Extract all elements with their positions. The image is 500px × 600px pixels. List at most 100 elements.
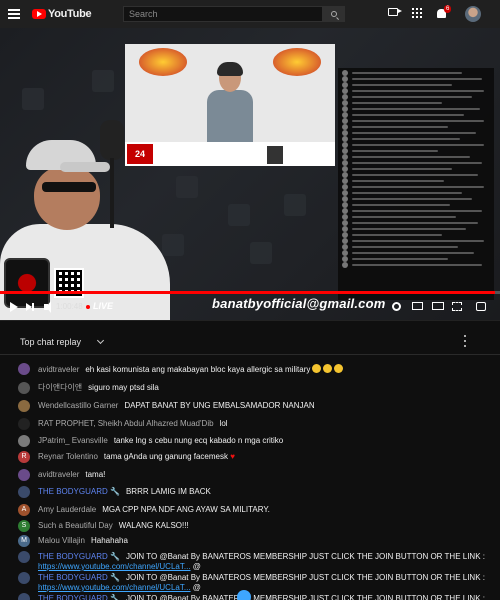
author-avatar[interactable]: S	[18, 520, 30, 532]
chat-message: Wendellcastillo Garner DAPAT BANAT BY UNG…	[18, 400, 488, 412]
chat-message: A Amy Lauderdale MGA CPP NPA NDF ANG AYAW …	[18, 504, 488, 516]
author-name[interactable]: THE BODYGUARD 🔧	[38, 552, 120, 561]
author-name[interactable]: THE BODYGUARD 🔧	[38, 487, 120, 496]
author-avatar[interactable]	[18, 418, 30, 430]
message-text: WALANG KALSO!!!	[118, 521, 189, 530]
miniplayer-icon[interactable]	[412, 302, 423, 310]
volume-icon[interactable]	[44, 301, 51, 313]
message-text: Hahahaha	[91, 536, 128, 545]
next-icon[interactable]	[26, 303, 34, 311]
author-avatar[interactable]	[18, 593, 30, 600]
fullscreen-icon[interactable]	[452, 302, 462, 311]
message-text: tama gAnda ung ganung facemesk	[103, 452, 228, 461]
author-name[interactable]: JPatrim_ Evansville	[38, 436, 108, 445]
more-options-icon[interactable]	[464, 335, 467, 347]
author-name[interactable]: Amy Lauderdale	[38, 505, 96, 514]
chat-message: JPatrim_ Evansville tanke lng s cebu nung…	[18, 435, 488, 447]
author-avatar[interactable]	[18, 551, 30, 563]
top-bar: YouTube Search 6	[0, 0, 500, 28]
message-text: MGA CPP NPA NDF ANG AYAW SA MILITARY.	[102, 505, 270, 514]
channel-link[interactable]: https://www.youtube.com/channel/UCLaT...	[38, 562, 191, 571]
author-avatar[interactable]: R	[18, 451, 30, 463]
author-avatar[interactable]: A	[18, 504, 30, 516]
stream-chat-overlay	[338, 68, 494, 300]
author-avatar[interactable]: M	[18, 535, 30, 547]
bida-banner-left	[139, 48, 187, 76]
author-name[interactable]: avidtraveler	[38, 365, 79, 374]
message-text: DAPAT BANAT BY UNG EMBALSAMADOR NANJAN	[124, 401, 315, 410]
author-name[interactable]: THE BODYGUARD 🔧	[38, 573, 120, 582]
search-input[interactable]: Search	[123, 6, 323, 22]
chat-message: THE BODYGUARD 🔧 JOIN TO @Banat By BANATER…	[18, 572, 488, 593]
message-text: siguro may ptsd sila	[88, 383, 159, 392]
search-button[interactable]	[323, 6, 345, 22]
social-tile-icon	[250, 242, 272, 264]
chevron-down-icon[interactable]	[96, 336, 105, 345]
author-name[interactable]: Reynar Tolentino	[38, 452, 98, 461]
menu-icon[interactable]	[8, 9, 20, 19]
author-avatar[interactable]	[18, 400, 30, 412]
author-avatar[interactable]	[18, 435, 30, 447]
author-name[interactable]: Such a Beautiful Day	[38, 521, 113, 530]
author-name[interactable]: THE BODYGUARD 🔧	[38, 594, 120, 600]
message-text: lol	[219, 419, 228, 428]
message-text: BRRR LAMIG IM BACK	[125, 487, 211, 496]
chat-mode-label[interactable]: Top chat replay	[20, 337, 81, 347]
author-avatar[interactable]	[18, 486, 30, 498]
chat-message: M Malou Villajin Hahahaha	[18, 535, 488, 547]
live-label[interactable]: LIVE	[93, 301, 113, 311]
chat-message: THE BODYGUARD 🔧 BRRR LAMIG IM BACK	[18, 486, 488, 498]
apps-icon[interactable]	[412, 8, 422, 18]
message-text: JOIN TO @Banat By BANATEROS MEMBERSHIP J…	[125, 552, 485, 561]
live-chat-panel: Top chat replay avidtraveler eh kasi komu…	[0, 320, 500, 600]
scroll-to-bottom-icon[interactable]	[237, 590, 251, 600]
video-player[interactable]: 24 banatbyofficial@gmail.com 1:00:48 LIV…	[0, 28, 500, 320]
chat-message: S Such a Beautiful Day WALANG KALSO!!!	[18, 520, 488, 532]
yahoo-tile-icon	[284, 194, 306, 216]
author-name[interactable]: Wendellcastillo Garner	[38, 401, 118, 410]
social-tile-icon	[92, 70, 114, 92]
author-name[interactable]: Malou Villajin	[38, 536, 85, 545]
account-avatar[interactable]	[465, 6, 481, 22]
search-icon	[331, 11, 337, 17]
channel-link[interactable]: https://www.youtube.com/channel/UCLaT...	[38, 583, 191, 592]
author-avatar[interactable]	[18, 363, 30, 375]
microphone-arm	[110, 158, 114, 228]
author-avatar[interactable]	[18, 572, 30, 584]
chat-message: THE BODYGUARD 🔧 JOIN TO @Banat By BANATER…	[18, 593, 488, 600]
message-text: tanke lng s cebu nung ecq kabado n mga c…	[113, 436, 284, 445]
chat-message: R Reynar Tolentino tama gAnda ung ganung f…	[18, 451, 488, 463]
message-text: JOIN TO @Banat By BANATEROS MEMBERSHIP J…	[125, 594, 485, 600]
chat-message: RAT PROPHET, Sheikh Abdul Alhazred Muad'…	[18, 418, 488, 430]
microphone	[100, 120, 124, 160]
message-tail: @	[190, 583, 201, 592]
laughing-emoji-icon	[312, 364, 322, 373]
chat-toggle-icon[interactable]	[476, 302, 486, 311]
youtube-play-icon	[32, 9, 46, 19]
play-icon[interactable]	[10, 302, 18, 312]
author-avatar[interactable]	[18, 469, 30, 481]
message-text: tama!	[85, 470, 106, 479]
sign-language-inset	[267, 146, 283, 164]
author-name[interactable]: 다이앤다이앤	[38, 383, 82, 392]
author-name[interactable]: avidtraveler	[38, 470, 79, 479]
brand-name: YouTube	[48, 8, 92, 20]
social-tile-icon	[22, 88, 44, 110]
chat-header: Top chat replay	[0, 321, 500, 355]
player-controls: 1:00:48 LIVE	[0, 294, 500, 320]
author-name[interactable]: RAT PROPHET, Sheikh Abdul Alhazred Muad'…	[38, 419, 214, 428]
chat-message: avidtraveler tama!	[18, 469, 488, 481]
message-text: JOIN TO @Banat By BANATEROS MEMBERSHIP J…	[125, 573, 485, 582]
create-video-icon[interactable]	[388, 8, 402, 16]
live-dot-icon	[86, 305, 90, 309]
theater-mode-icon[interactable]	[432, 302, 444, 310]
settings-gear-icon[interactable]	[392, 302, 401, 311]
youtube-logo[interactable]: YouTube	[32, 8, 92, 20]
bida-banner-right	[273, 48, 321, 76]
time-display: 1:00:48	[56, 302, 83, 311]
twitter-tile-icon	[228, 204, 250, 226]
message-text: eh kasi komunista ang makabayan bloc kay…	[85, 365, 311, 374]
laughing-emoji-icon	[323, 364, 333, 373]
chat-message: avidtraveler eh kasi komunista ang makaba…	[18, 363, 488, 375]
author-avatar[interactable]	[18, 382, 30, 394]
